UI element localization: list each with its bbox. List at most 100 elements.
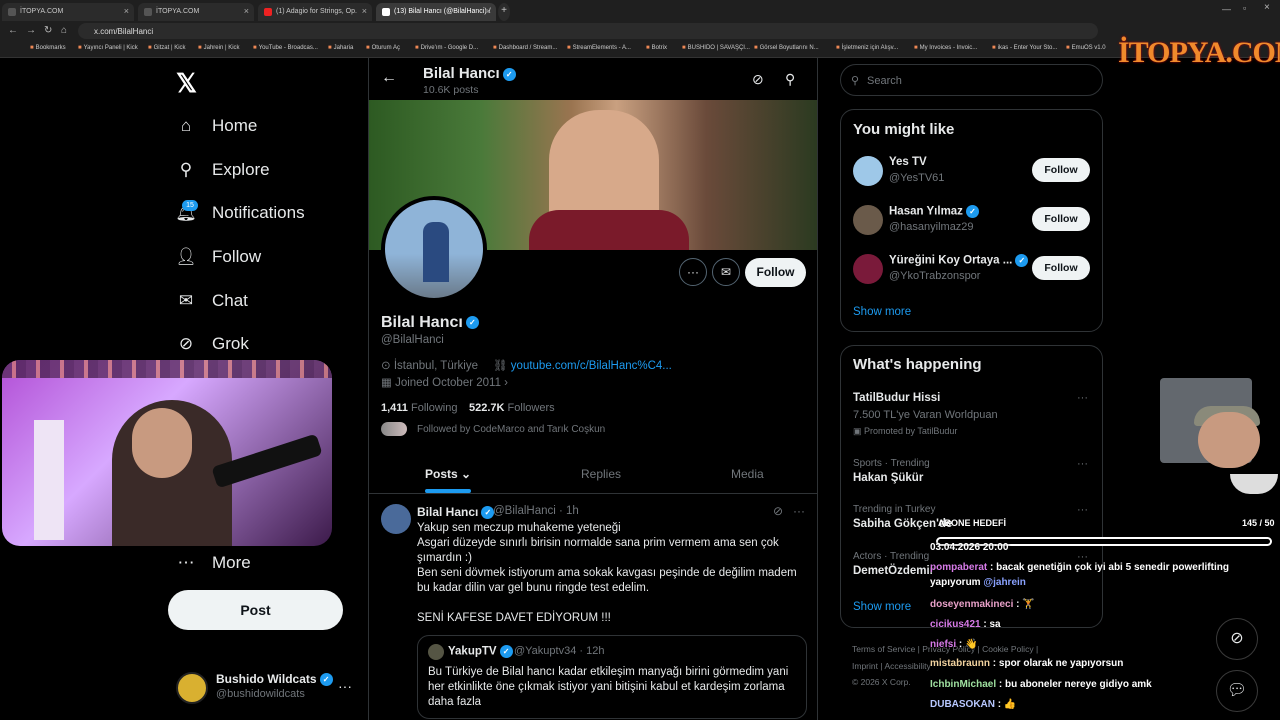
account-switcher[interactable]: Bushido Wildcats ✓ @bushidowildcats ··· <box>176 668 356 708</box>
grok-icon[interactable]: ⊘ <box>752 71 764 88</box>
suggestion-item[interactable]: Hasan Yılmaz ✓ @hasanyilmaz29 Follow <box>841 199 1104 243</box>
favicon-icon <box>144 8 152 16</box>
bookmark-item[interactable]: YouTube - Broadcas... <box>253 45 318 51</box>
chat-user: niefsi <box>930 639 957 650</box>
tweet[interactable]: Bilal Hancı ✓ @BilalHanci · 1h ⊘ ··· Yaku… <box>369 495 817 720</box>
bookmark-item[interactable]: Jaharia <box>328 45 354 51</box>
nav-home[interactable]: ⌂ Home <box>176 112 258 140</box>
minimize-icon[interactable]: — <box>1222 4 1231 14</box>
follow-button[interactable]: Follow <box>745 258 806 287</box>
favicon-icon <box>382 8 390 16</box>
bookmark-item[interactable]: Bookmarks <box>30 45 66 51</box>
bookmark-item[interactable]: BUSHIDO | SAVAŞÇI... <box>682 45 750 51</box>
more-icon[interactable]: ··· <box>338 678 352 694</box>
bookmark-item[interactable]: My Invoices - Invoic... <box>914 45 978 51</box>
forward-icon[interactable]: → <box>26 25 36 36</box>
browser-tab[interactable]: (1) Adagio for Strings, Op. × <box>258 3 372 21</box>
follow-button[interactable]: Follow <box>1032 207 1090 231</box>
tweet-author[interactable]: Bilal Hancı ✓ <box>417 505 495 520</box>
profile-avatar[interactable] <box>381 196 487 302</box>
bookmark-item[interactable]: İşletmeniz için Alışv... <box>836 45 899 51</box>
grok-icon[interactable]: ⊘ <box>773 504 783 518</box>
follow-button[interactable]: Follow <box>1032 256 1090 280</box>
follow-button[interactable]: Follow <box>1032 158 1090 182</box>
x-logo-icon[interactable]: 𝕏 <box>176 68 197 99</box>
message-button[interactable]: ✉ <box>712 258 740 286</box>
maximize-icon[interactable]: ▫ <box>1243 3 1246 13</box>
nav-chat[interactable]: ✉ Chat <box>176 287 248 315</box>
avatar[interactable] <box>381 504 411 534</box>
trend-subtitle: 7.500 TL'ye Varan Worldpuan <box>853 409 998 421</box>
profile-joined: ▦ Joined October 2011 › <box>381 375 508 389</box>
quoted-tweet[interactable]: YakupTV ✓ @Yakuptv34 · 12h Bu Türkiye de … <box>417 635 807 719</box>
bookmark-item[interactable]: Yayıncı Paneli | Kick <box>78 45 138 51</box>
tweet-author-text: Bilal Hancı <box>417 505 479 519</box>
quote-author: YakupTV ✓ <box>448 645 513 658</box>
show-more-link[interactable]: Show more <box>853 306 911 318</box>
reload-icon[interactable]: ↻ <box>44 25 52 36</box>
browser-tab[interactable]: İTOPYA.COM × <box>2 3 134 21</box>
window-close-icon[interactable]: × <box>1264 2 1270 13</box>
bookmark-item[interactable]: ikas - Enter Your Sto... <box>992 45 1058 51</box>
back-arrow-icon[interactable]: ← <box>381 69 397 87</box>
second-webcam <box>1160 378 1278 498</box>
nav-label: Chat <box>212 291 248 310</box>
footer-link[interactable]: Accessibility <box>884 661 930 671</box>
close-icon[interactable]: × <box>244 6 249 16</box>
tweet-handle: @BilalHanci <box>493 505 556 517</box>
nav-more[interactable]: ⋯ More <box>176 549 251 577</box>
footer-link[interactable]: Terms of Service <box>852 644 915 654</box>
suggestion-item[interactable]: Yüreğini Koy Ortaya ... ✓ @YkoTrabzonspor… <box>841 248 1104 292</box>
followed-by[interactable]: Followed by CodeMarco and Tarık Coşkun <box>381 422 605 436</box>
bookmark-item[interactable]: Drive'ım - Google D... <box>415 45 479 51</box>
link-text[interactable]: youtube.com/c/BilalHanc%C4... <box>511 360 672 372</box>
more-icon[interactable]: ··· <box>1077 392 1088 404</box>
messages-float-button[interactable]: 💬︎ <box>1216 670 1258 712</box>
followers-count: 522.7K <box>469 402 505 414</box>
close-icon[interactable]: × <box>124 6 129 16</box>
tab-posts[interactable]: Posts ⌄ <box>425 467 471 481</box>
close-icon[interactable]: × <box>486 6 491 16</box>
bookmark-item[interactable]: Botrix <box>646 45 667 51</box>
avatar <box>176 672 208 704</box>
nav-explore[interactable]: ⚲ Explore <box>176 156 270 184</box>
bookmark-item[interactable]: Oturum Aç <box>366 45 400 51</box>
browser-tab-active[interactable]: (13) Bilal Hancı (@BilalHanci) / × <box>376 3 496 21</box>
bookmark-item[interactable]: Dashboard / Stream... <box>493 45 558 51</box>
profile-link[interactable]: ⛓ youtube.com/c/BilalHanc%C4... <box>493 358 672 372</box>
more-icon[interactable]: ··· <box>1077 458 1088 470</box>
search-icon[interactable]: ⚲ <box>785 71 795 88</box>
more-icon[interactable]: ··· <box>1077 504 1088 516</box>
footer-link[interactable]: Imprint <box>852 661 878 671</box>
close-icon[interactable]: × <box>362 6 367 16</box>
bookmark-item[interactable]: StreamElements - A... <box>567 45 631 51</box>
trend-context: Actors · Trending <box>853 551 930 562</box>
post-button[interactable]: Post <box>168 590 343 630</box>
banner-shirt <box>529 210 689 250</box>
bookmark-item[interactable]: Gitzat | Kick <box>148 45 186 51</box>
new-tab-button[interactable]: + <box>498 3 510 21</box>
sub-goal-title: ABONE HEDEFİ <box>938 518 1007 528</box>
nav-follow[interactable]: 👤︎ Follow <box>175 243 261 271</box>
more-icon[interactable]: ··· <box>793 504 805 518</box>
avatar-figure <box>423 222 449 282</box>
bookmark-item[interactable]: Jahrein | Kick <box>198 45 240 51</box>
following-stat[interactable]: 1,411 Following <box>381 402 457 414</box>
back-icon[interactable]: ← <box>8 25 18 36</box>
tab-replies[interactable]: Replies <box>581 467 621 481</box>
url-field[interactable]: x.com/BilalHanci <box>78 23 1098 39</box>
more-options-button[interactable]: ··· <box>679 258 707 286</box>
tab-media[interactable]: Media <box>731 467 764 481</box>
followers-stat[interactable]: 522.7K Followers <box>469 402 555 414</box>
bookmark-item[interactable]: EmuOS v1.0 <box>1066 45 1106 51</box>
suggestion-item[interactable]: Yes TV @YesTV61 Follow <box>841 150 1104 194</box>
home-browser-icon[interactable]: ⌂ <box>61 25 67 36</box>
show-more-link[interactable]: Show more <box>853 601 911 613</box>
nav-grok[interactable]: ⊘ Grok <box>176 330 249 358</box>
tweet-time[interactable]: · 1h <box>559 505 579 517</box>
chevron-right-icon: › <box>500 377 509 389</box>
search-input[interactable]: ⚲ Search <box>840 64 1103 96</box>
bookmark-item[interactable]: Görsel Boyutlarını N... <box>754 45 819 51</box>
grok-float-button[interactable]: ⊘ <box>1216 618 1258 660</box>
browser-tab[interactable]: İTOPYA.COM × <box>138 3 254 21</box>
